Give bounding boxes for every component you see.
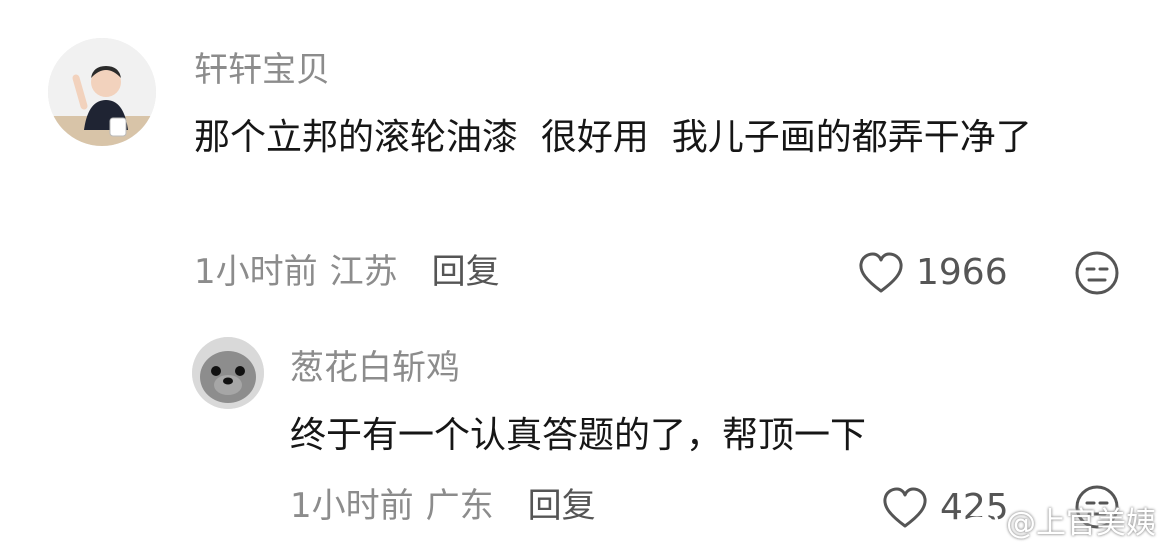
heart-icon bbox=[883, 487, 927, 528]
username[interactable]: 轩轩宝贝 bbox=[194, 50, 330, 90]
like-button[interactable]: 1966 bbox=[858, 252, 1008, 294]
reply-button[interactable]: 回复 bbox=[432, 252, 500, 292]
comment-text: 终于有一个认真答题的了，帮顶一下 bbox=[290, 415, 867, 456]
like-count: 1966 bbox=[916, 252, 1008, 293]
comment-meta: 1小时前 广东 回复 bbox=[290, 486, 596, 526]
watermark: @上官美姨 bbox=[960, 507, 1156, 541]
username[interactable]: 葱花白斩鸡 bbox=[290, 348, 460, 388]
seal-avatar-image bbox=[192, 337, 264, 409]
avatar[interactable] bbox=[192, 337, 264, 409]
heart-icon bbox=[859, 252, 903, 293]
timestamp: 1小时前 bbox=[194, 252, 318, 292]
comment-text: 那个立邦的滚轮油漆 很好用 我儿子画的都弄干净了 bbox=[194, 117, 1032, 158]
reply-button[interactable]: 回复 bbox=[528, 486, 596, 526]
location: 江苏 bbox=[329, 252, 398, 292]
neutral-face-icon bbox=[1075, 251, 1119, 295]
comment-meta: 1小时前 江苏 回复 bbox=[194, 252, 500, 292]
timestamp: 1小时前 bbox=[290, 486, 414, 526]
reaction-button[interactable] bbox=[1074, 250, 1120, 300]
weibo-logo-icon bbox=[960, 510, 999, 540]
child-avatar-image bbox=[48, 38, 156, 146]
watermark-text: @上官美姨 bbox=[1006, 506, 1156, 541]
location: 广东 bbox=[425, 486, 494, 526]
avatar[interactable] bbox=[48, 38, 156, 146]
